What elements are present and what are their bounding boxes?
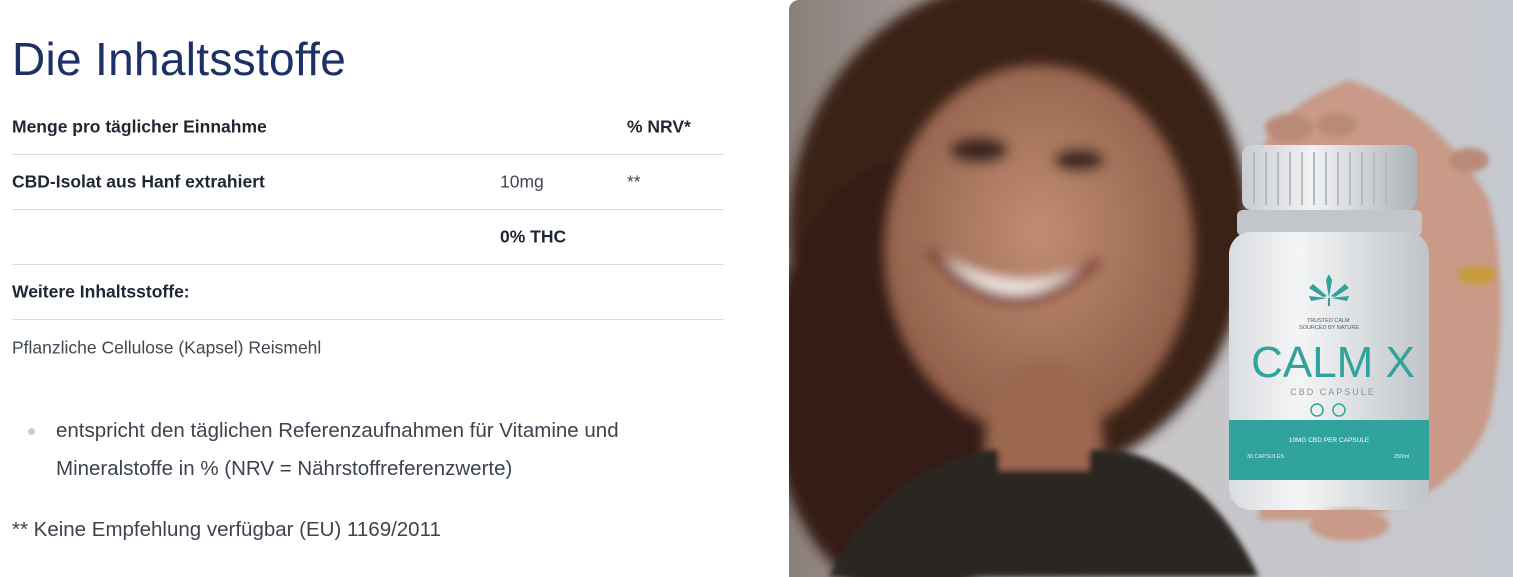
- notes-list: entspricht den täglichen Referenzaufnahm…: [12, 412, 724, 488]
- ingredient-nrv: **: [627, 171, 641, 192]
- table-header-row: Menge pro täglicher Einnahme % NRV*: [12, 100, 724, 155]
- table-row: CBD-Isolat aus Hanf extrahiert 10mg **: [12, 155, 724, 210]
- product-name: CALM X: [1251, 338, 1415, 387]
- ingredient-name: CBD-Isolat aus Hanf extrahiert: [12, 171, 265, 192]
- further-ingredients-heading-row: Weitere Inhaltsstoffe:: [12, 265, 724, 320]
- brand-tagline-line1: TRUSTED CALM: [1307, 318, 1350, 324]
- calm-x-bottle: TRUSTED CALM SOURCED BY NATURE CALM X CB…: [1229, 145, 1429, 510]
- brand-tagline: TRUSTED CALM SOURCED BY NATURE: [1299, 318, 1359, 331]
- ingredient-amount: 10mg: [500, 171, 544, 192]
- footnote: ** Keine Empfehlung verfügbar (EU) 1169/…: [12, 518, 441, 541]
- further-ingredients-value: Pflanzliche Cellulose (Kapsel) Reismehl: [12, 337, 322, 357]
- list-item: entspricht den täglichen Referenzaufnahm…: [12, 412, 724, 488]
- product-photo: TRUSTED CALM SOURCED BY NATURE CALM X CB…: [789, 0, 1513, 577]
- note-text: entspricht den täglichen Referenzaufnahm…: [56, 419, 619, 480]
- product-count: 30 CAPSULES: [1247, 454, 1284, 460]
- bullet-icon: [28, 428, 35, 435]
- further-ingredients-heading: Weitere Inhaltsstoffe:: [12, 281, 190, 302]
- brand-tagline-line2: SOURCED BY NATURE: [1299, 325, 1359, 331]
- page-title: Die Inhaltsstoffe: [12, 33, 347, 85]
- product-dose: 10MG CBD PER CAPSULE: [1289, 437, 1370, 444]
- thc-value: 0% THC: [500, 226, 567, 247]
- header-name: Menge pro täglicher Einnahme: [12, 116, 267, 137]
- product-subtitle: CBD CAPSULE: [1290, 387, 1376, 397]
- further-ingredients-row: Pflanzliche Cellulose (Kapsel) Reismehl: [12, 320, 724, 375]
- ingredients-table: Menge pro täglicher Einnahme % NRV* CBD-…: [12, 100, 724, 375]
- table-row: 0% THC: [12, 210, 724, 265]
- ingredients-section: Die Inhaltsstoffe Menge pro täglicher Ei…: [12, 0, 724, 577]
- header-nrv: % NRV*: [627, 116, 691, 137]
- product-volume: 250ml: [1394, 454, 1409, 460]
